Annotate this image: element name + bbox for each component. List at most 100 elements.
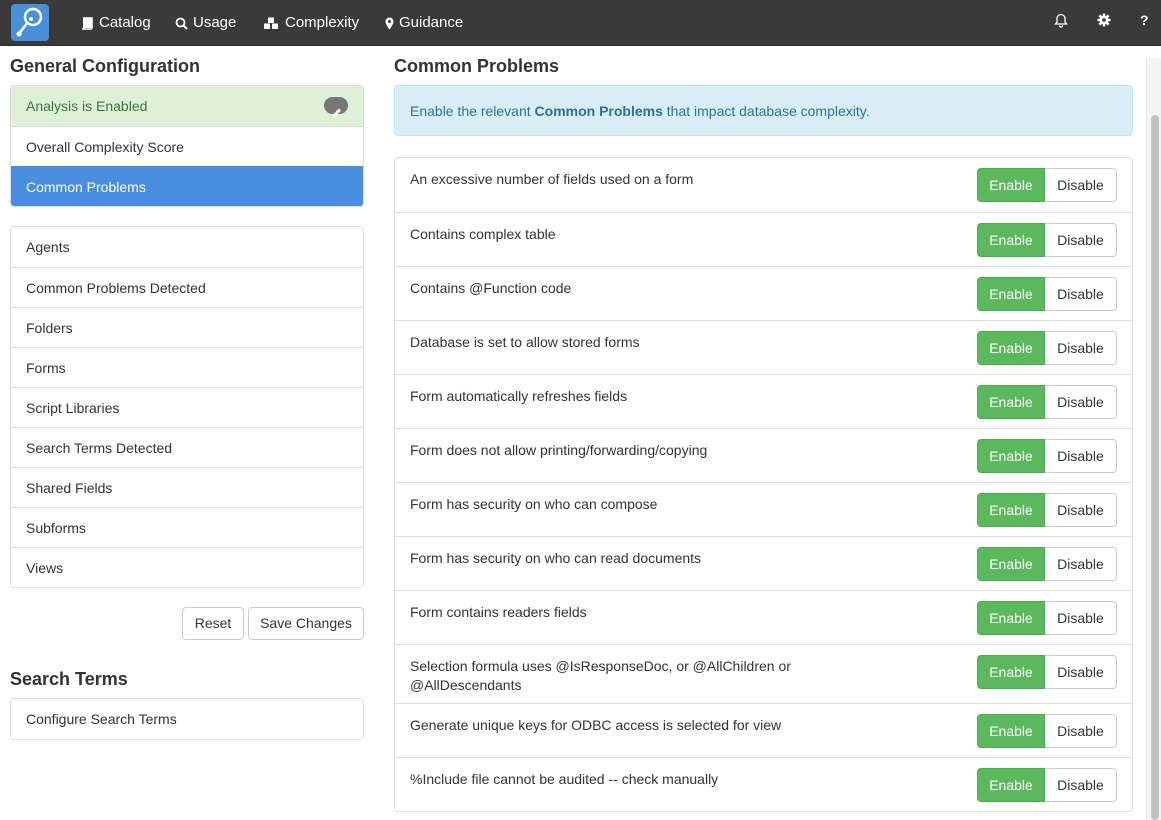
problem-row: Form has security on who can compose Enab… — [395, 482, 1132, 536]
edit-analysis-button[interactable] — [324, 97, 348, 118]
list-item-configure-search-terms[interactable]: Configure Search Terms — [11, 699, 363, 739]
nav-guidance-label: Guidance — [399, 14, 464, 31]
search-terms-list: Configure Search Terms — [10, 698, 364, 740]
category-label: Common Problems Detected — [26, 280, 206, 296]
enable-disable-group: Enable Disable — [977, 601, 1117, 635]
configure-search-terms-label: Configure Search Terms — [26, 711, 177, 727]
list-item-forms[interactable]: Forms — [11, 347, 363, 387]
general-config-list: Analysis is Enabled Overall Complexity S… — [10, 85, 364, 207]
map-marker-icon — [385, 17, 394, 29]
problem-row: Generate unique keys for ODBC access is … — [395, 703, 1132, 757]
disable-button[interactable]: Disable — [1045, 168, 1117, 202]
enable-disable-group: Enable Disable — [977, 277, 1117, 311]
enable-button[interactable]: Enable — [977, 601, 1045, 635]
enable-disable-group: Enable Disable — [977, 331, 1117, 365]
disable-button[interactable]: Disable — [1045, 768, 1117, 802]
category-label: Search Terms Detected — [26, 440, 173, 456]
enable-button[interactable]: Enable — [977, 768, 1045, 802]
enable-button[interactable]: Enable — [977, 223, 1045, 257]
problem-label: An excessive number of fields used on a … — [410, 171, 694, 187]
enable-button[interactable]: Enable — [977, 655, 1045, 689]
gear-icon — [1097, 13, 1111, 27]
category-label: Subforms — [26, 520, 86, 536]
common-problems-label: Common Problems — [26, 179, 146, 195]
disable-button[interactable]: Disable — [1045, 223, 1117, 257]
logo-icon — [16, 7, 43, 37]
list-item-agents[interactable]: Agents — [11, 227, 363, 267]
list-item-analysis-enabled[interactable]: Analysis is Enabled — [11, 86, 363, 126]
list-item-script-libraries[interactable]: Script Libraries — [11, 387, 363, 427]
enable-button[interactable]: Enable — [977, 385, 1045, 419]
list-item-shared-fields[interactable]: Shared Fields — [11, 467, 363, 507]
general-config-title: General Configuration — [10, 56, 201, 76]
enable-button[interactable]: Enable — [977, 277, 1045, 311]
category-label: Views — [26, 560, 64, 576]
enable-disable-group: Enable Disable — [977, 547, 1117, 581]
alert-text-prefix: Enable the relevant — [410, 103, 535, 119]
disable-button[interactable]: Disable — [1045, 493, 1117, 527]
nav-complexity[interactable]: Complexity — [263, 0, 359, 46]
problems-list: An excessive number of fields used on a … — [394, 157, 1133, 812]
list-item-views[interactable]: Views — [11, 547, 363, 587]
reset-button[interactable]: Reset — [182, 607, 244, 640]
disable-button[interactable]: Disable — [1045, 714, 1117, 748]
enable-disable-group: Enable Disable — [977, 768, 1117, 802]
disable-button[interactable]: Disable — [1045, 655, 1117, 689]
disable-button[interactable]: Disable — [1045, 277, 1117, 311]
category-label: Forms — [26, 360, 66, 376]
disable-button[interactable]: Disable — [1045, 439, 1117, 473]
scrollbar-thumb[interactable] — [1151, 115, 1159, 820]
enable-button[interactable]: Enable — [977, 714, 1045, 748]
list-item-common-problems-detected[interactable]: Common Problems Detected — [11, 267, 363, 307]
category-label: Script Libraries — [26, 400, 120, 416]
app-logo[interactable] — [11, 4, 49, 41]
common-problems-title: Common Problems — [394, 56, 560, 76]
list-item-folders[interactable]: Folders — [11, 307, 363, 347]
enable-button[interactable]: Enable — [977, 331, 1045, 365]
category-label: Agents — [26, 239, 70, 255]
save-changes-button[interactable]: Save Changes — [248, 607, 364, 640]
enable-disable-group: Enable Disable — [977, 439, 1117, 473]
problem-row: Form does not allow printing/forwarding/… — [395, 428, 1132, 482]
enable-button[interactable]: Enable — [977, 168, 1045, 202]
problem-row: An excessive number of fields used on a … — [395, 158, 1132, 212]
settings-button[interactable] — [1097, 13, 1111, 30]
list-item-common-problems[interactable]: Common Problems — [11, 166, 363, 206]
list-item-subforms[interactable]: Subforms — [11, 507, 363, 547]
problem-label: Form has security on who can compose — [410, 496, 658, 512]
problem-label: Contains complex table — [410, 226, 556, 242]
disable-button[interactable]: Disable — [1045, 547, 1117, 581]
problem-row: Form automatically refreshes fields Enabl… — [395, 374, 1132, 428]
enable-disable-group: Enable Disable — [977, 385, 1117, 419]
enable-disable-group: Enable Disable — [977, 714, 1117, 748]
problem-label: Selection formula uses @IsResponseDoc, o… — [410, 658, 791, 693]
notifications-button[interactable] — [1054, 13, 1068, 31]
problem-row: Selection formula uses @IsResponseDoc, o… — [395, 644, 1132, 703]
nav-usage[interactable]: Usage — [175, 0, 236, 46]
nav-guidance[interactable]: Guidance — [385, 0, 463, 46]
enable-button[interactable]: Enable — [977, 439, 1045, 473]
enable-disable-group: Enable Disable — [977, 168, 1117, 202]
disable-button[interactable]: Disable — [1045, 601, 1117, 635]
alert-text-bold: Common Problems — [534, 103, 663, 119]
problem-label: %Include file cannot be audited -- check… — [410, 771, 719, 787]
disable-button[interactable]: Disable — [1045, 385, 1117, 419]
problem-row: %Include file cannot be audited -- check… — [395, 757, 1132, 811]
problem-row: Contains complex table Enable Disable — [395, 212, 1132, 266]
enable-button[interactable]: Enable — [977, 547, 1045, 581]
top-navbar: Catalog Usage Complexity Guidance ? — [0, 0, 1161, 46]
enable-button[interactable]: Enable — [977, 493, 1045, 527]
problem-row: Form has security on who can read docume… — [395, 536, 1132, 590]
pencil-icon — [332, 108, 341, 118]
info-alert: Enable the relevant Common Problems that… — [394, 85, 1133, 136]
disable-button[interactable]: Disable — [1045, 331, 1117, 365]
list-item-overall-complexity[interactable]: Overall Complexity Score — [11, 126, 363, 166]
nav-catalog[interactable]: Catalog — [81, 0, 151, 46]
list-item-search-terms-detected[interactable]: Search Terms Detected — [11, 427, 363, 467]
problem-label: Form has security on who can read docume… — [410, 550, 702, 566]
problem-label: Form contains readers fields — [410, 604, 587, 620]
search-icon — [175, 17, 188, 30]
overall-complexity-label: Overall Complexity Score — [26, 139, 184, 155]
help-button[interactable]: ? — [1140, 12, 1149, 28]
enable-disable-group: Enable Disable — [977, 223, 1117, 257]
